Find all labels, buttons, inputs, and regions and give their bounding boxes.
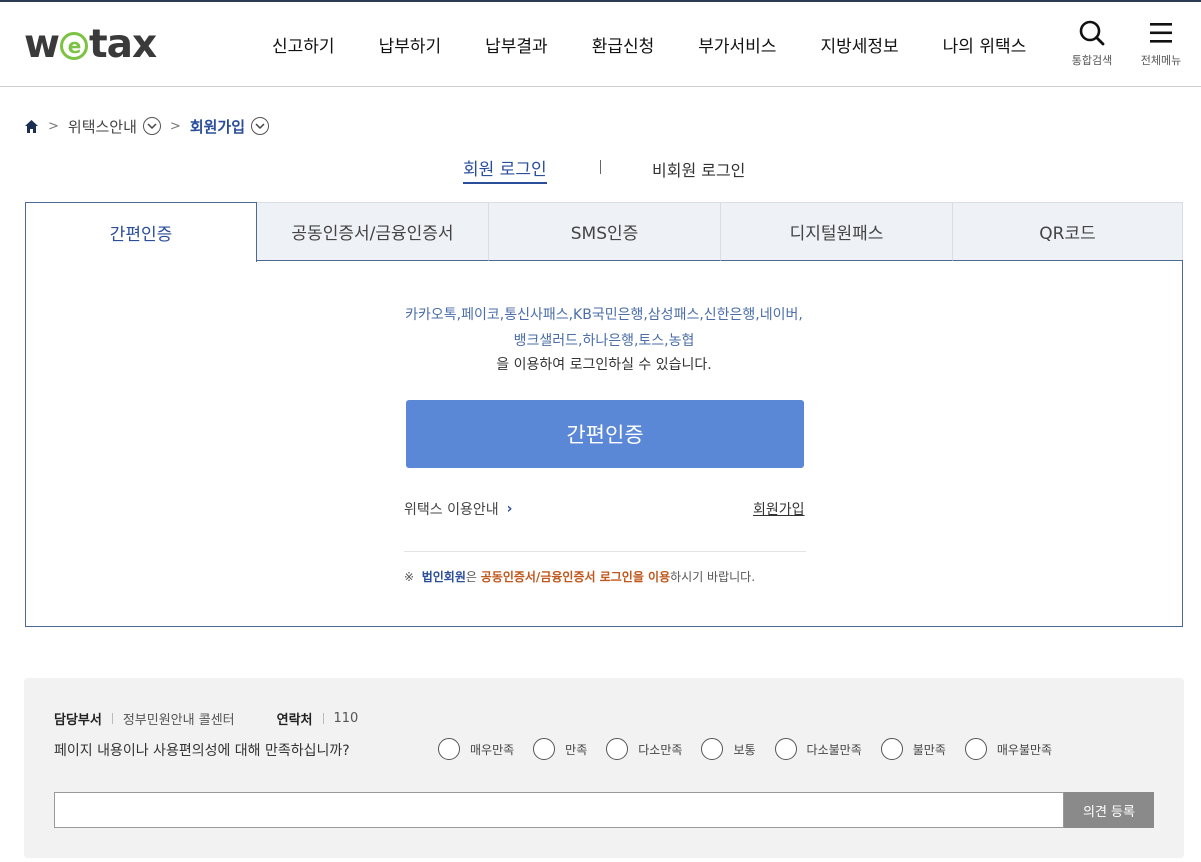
tab-qr-code[interactable]: QR코드: [953, 202, 1183, 261]
signup-link[interactable]: 회원가입: [753, 499, 805, 519]
chevron-right-icon: >: [169, 118, 181, 134]
member-login-tab[interactable]: 회원 로그인: [463, 155, 547, 184]
notice-mark: ※: [404, 570, 415, 584]
menu-label: 전체메뉴: [1140, 54, 1182, 67]
radio-very-satisfied[interactable]: 매우만족: [438, 738, 514, 760]
notice-certificate-login: 공동인증서/금융인증서 로그인을 이용: [480, 570, 671, 584]
radio-circle[interactable]: [533, 738, 556, 760]
provider-note: 을 이용하여 로그인하실 수 있습니다.: [496, 357, 712, 373]
nav-item-extra-service[interactable]: 부가서비스: [698, 32, 776, 57]
hamburger-menu-icon: [1150, 23, 1172, 43]
radio-circle[interactable]: [880, 738, 903, 760]
notice-corporate-member: 법인회원: [421, 570, 466, 584]
search-icon: [1079, 20, 1105, 46]
notice-text: 하시기 바랍니다.: [670, 570, 756, 584]
breadcrumb-item-wetax-guide[interactable]: 위택스안내: [68, 116, 137, 137]
survey-question: 페이지 내용이나 사용편의성에 대해 만족하십니까?: [54, 743, 350, 759]
wetax-logo[interactable]: w e tax: [24, 21, 157, 67]
breadcrumb-dropdown-button[interactable]: [251, 117, 270, 135]
contact-label: 연락처: [276, 713, 313, 728]
switch-divider: [600, 160, 601, 174]
radio-label: 다소불만족: [806, 742, 862, 757]
corporate-notice: ※ 법인회원은 공동인증서/금융인증서 로그인을 이용하시기 바랍니다.: [404, 568, 755, 585]
provider-list-line-1: 카카오톡,페이코,통신사패스,KB국민은행,삼성패스,신한은행,네이버,: [405, 307, 803, 323]
divider: [322, 713, 324, 724]
logo-text-w: w: [24, 21, 60, 67]
nav-item-pay-result[interactable]: 납부결과: [485, 32, 548, 57]
logo-text-tax: tax: [89, 21, 157, 67]
dept-label: 담당부서: [54, 713, 102, 728]
chevron-down-icon: [255, 122, 265, 129]
radio-label: 만족: [565, 742, 588, 757]
satisfaction-survey: 담당부서 정부민원안내 콜센터 연락처 110 페이지 내용이나 사용편의성에 …: [24, 678, 1184, 858]
logo-e-circle: e: [60, 32, 89, 60]
breadcrumb: > 위택스안내 > 회원가입: [24, 114, 270, 138]
simple-auth-button[interactable]: 간편인증: [406, 400, 804, 468]
chevron-right-icon: ›: [506, 501, 513, 517]
contact-info: 담당부서 정부민원안내 콜센터 연락처 110: [54, 709, 358, 728]
radio-somewhat-satisfied[interactable]: 다소만족: [606, 738, 682, 760]
radio-label: 불만족: [912, 742, 946, 757]
tab-sms-auth[interactable]: SMS인증: [489, 202, 721, 261]
integrated-search-button[interactable]: 통합검색: [1062, 20, 1122, 68]
panel-divider: [404, 551, 806, 552]
radio-circle[interactable]: [774, 738, 797, 760]
radio-satisfied[interactable]: 만족: [533, 738, 587, 760]
radio-label: 보통: [733, 742, 756, 757]
radio-dissatisfied[interactable]: 불만족: [880, 738, 946, 760]
auth-method-tabs: 간편인증 공동인증서/금융인증서 SMS인증 디지털원패스 QR코드: [25, 202, 1183, 262]
breadcrumb-dropdown-button[interactable]: [142, 117, 161, 135]
breadcrumb-item-signup[interactable]: 회원가입: [190, 116, 245, 137]
wetax-guide-link[interactable]: 위택스 이용안내 ›: [404, 499, 512, 519]
main-nav: 신고하기 납부하기 납부결과 환급신청 부가서비스 지방세정보 나의 위택스: [250, 2, 1070, 87]
nav-item-refund[interactable]: 환급신청: [592, 32, 655, 57]
full-menu-button[interactable]: 전체메뉴: [1131, 20, 1191, 68]
nav-item-my-wetax[interactable]: 나의 위택스: [943, 32, 1027, 57]
chevron-right-icon: >: [48, 118, 59, 134]
simple-auth-panel: 카카오톡,페이코,통신사패스,KB국민은행,삼성패스,신한은행,네이버, 뱅크샐…: [25, 260, 1183, 627]
radio-label: 매우불만족: [996, 742, 1053, 757]
radio-neutral[interactable]: 보통: [701, 738, 756, 760]
radio-circle[interactable]: [606, 738, 629, 760]
radio-somewhat-dissatisfied[interactable]: 다소불만족: [774, 738, 862, 760]
radio-circle[interactable]: [438, 738, 460, 760]
tab-simple-auth[interactable]: 간편인증: [25, 202, 257, 262]
nav-item-report[interactable]: 신고하기: [272, 32, 335, 57]
contact-value: 110: [333, 711, 359, 726]
divider: [111, 713, 113, 724]
tab-digital-onepass[interactable]: 디지털원패스: [721, 202, 953, 261]
notice-text: 은: [465, 570, 481, 584]
radio-circle[interactable]: [701, 738, 724, 760]
submit-opinion-button[interactable]: 의견 등록: [1064, 792, 1154, 828]
nav-item-local-tax-info[interactable]: 지방세정보: [820, 32, 898, 57]
provider-list-line-2: 뱅크샐러드,하나은행,토스,농협: [513, 333, 695, 349]
radio-very-dissatisfied[interactable]: 매우불만족: [964, 738, 1053, 760]
login-type-switch: 회원 로그인 비회원 로그인: [0, 155, 1201, 184]
radio-label: 매우만족: [470, 742, 515, 757]
home-icon[interactable]: [24, 119, 39, 134]
dept-value: 정부민원안내 콜센터: [122, 713, 235, 728]
chevron-down-icon: [147, 122, 157, 129]
site-header: w e tax 신고하기 납부하기 납부결과 환급신청 부가서비스 지방세정보 나의…: [0, 2, 1201, 87]
provider-list: 카카오톡,페이코,통신사패스,KB국민은행,삼성패스,신한은행,네이버, 뱅크샐…: [26, 302, 1182, 354]
radio-label: 다소만족: [638, 742, 683, 757]
opinion-input[interactable]: [54, 792, 1064, 828]
radio-circle[interactable]: [964, 738, 987, 760]
satisfaction-options: 매우만족 만족 다소만족 보통 다소불만족 불만족 매우불만족: [438, 738, 1071, 760]
search-label: 통합검색: [1071, 54, 1113, 67]
guest-login-tab[interactable]: 비회원 로그인: [652, 157, 745, 181]
tab-joint-certificate[interactable]: 공동인증서/금융인증서: [257, 202, 489, 261]
guide-link-label: 위택스 이용안내: [404, 502, 499, 518]
nav-item-pay[interactable]: 납부하기: [379, 32, 442, 57]
